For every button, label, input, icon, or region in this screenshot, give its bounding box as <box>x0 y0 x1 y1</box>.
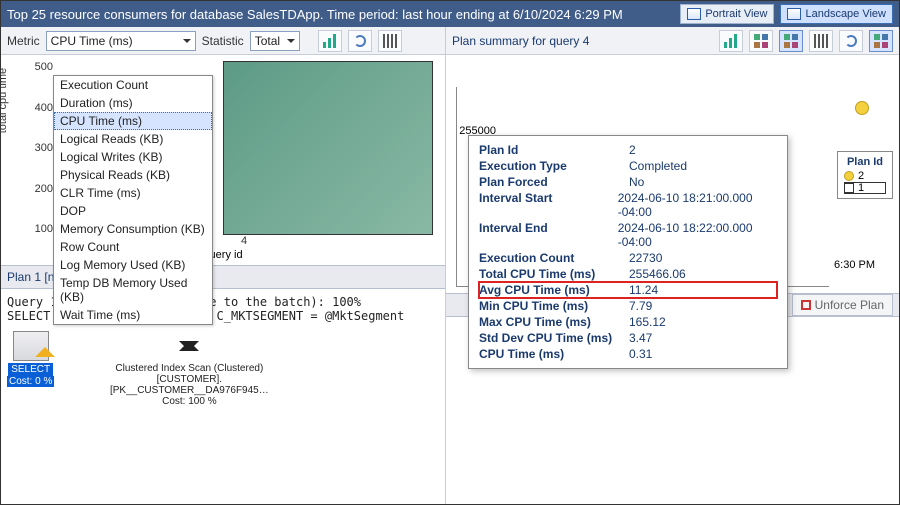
select-cost: Cost: 0 % <box>7 376 54 387</box>
metric-option[interactable]: CPU Time (ms) <box>54 112 212 130</box>
list-icon <box>814 34 828 48</box>
ytick: 300 <box>31 142 53 154</box>
tooltip-row: Plan ForcedNo <box>479 174 777 190</box>
right-chart-area: 255000 6:30 PM Plan Id 2 1 Plan Id2 Exec… <box>446 55 899 293</box>
tooltip-row: Interval End2024-06-10 18:22:00.000 -04:… <box>479 220 777 250</box>
ytick: 100 <box>31 223 53 235</box>
left-toolbar: Metric CPU Time (ms) Statistic Total <box>1 27 445 55</box>
tooltip-row: CPU Time (ms)0.31 <box>479 346 777 362</box>
grid-icon <box>754 34 768 48</box>
portrait-view-button[interactable]: Portrait View <box>680 4 774 24</box>
tooltip-row: Plan Id2 <box>479 142 777 158</box>
scan-cost: Cost: 100 % <box>162 396 216 407</box>
chart-view-button[interactable] <box>318 30 342 52</box>
right-xlabel: 6:30 PM <box>834 259 875 271</box>
legend-item[interactable]: 1 <box>844 182 886 194</box>
metric-option[interactable]: Duration (ms) <box>54 94 212 112</box>
metric-label: Metric <box>7 34 40 48</box>
view-mode-2-button[interactable] <box>749 30 773 52</box>
legend-item[interactable]: 2 <box>844 170 886 182</box>
right-toolbar: Plan summary for query 4 <box>446 27 899 55</box>
chart-ylabel: total cpu time <box>0 68 9 133</box>
scan-title: Clustered Index Scan (Clustered) <box>115 363 263 374</box>
tooltip-row: Total CPU Time (ms)255466.06 <box>479 266 777 282</box>
config-button[interactable] <box>378 30 402 52</box>
ytick: 400 <box>31 102 53 114</box>
legend-label: 2 <box>858 170 864 182</box>
metric-option[interactable]: Temp DB Memory Used (KB) <box>54 274 212 306</box>
view-mode-3-button[interactable] <box>779 30 803 52</box>
title-text: Top 25 resource consumers for database S… <box>7 7 674 22</box>
landscape-label: Landscape View <box>805 8 886 20</box>
tooltip-row: Max CPU Time (ms)165.12 <box>479 314 777 330</box>
metric-value: CPU Time (ms) <box>51 34 133 48</box>
metric-option[interactable]: Row Count <box>54 238 212 256</box>
metric-option[interactable]: Memory Consumption (KB) <box>54 220 212 238</box>
metric-option[interactable]: Execution Count <box>54 76 212 94</box>
chart-yticks: 500 400 300 200 100 <box>31 61 53 235</box>
chart-icon <box>323 34 337 48</box>
metric-dropdown[interactable]: CPU Time (ms) <box>46 31 196 51</box>
scan-object: [CUSTOMER].[PK__CUSTOMER__DA976F945… <box>84 374 294 396</box>
plan-point[interactable] <box>855 101 869 115</box>
refresh-right-button[interactable] <box>839 30 863 52</box>
grid3-icon <box>874 34 888 48</box>
refresh-button[interactable] <box>348 30 372 52</box>
metric-dropdown-list: Execution Count Duration (ms) CPU Time (… <box>53 75 213 325</box>
plan-legend: Plan Id 2 1 <box>837 151 893 199</box>
unforce-label: Unforce Plan <box>815 298 884 312</box>
plan-node-select[interactable]: SELECT Cost: 0 % <box>7 331 54 387</box>
chart-plot-area[interactable] <box>223 61 433 235</box>
tooltip-row: Execution TypeCompleted <box>479 158 777 174</box>
view-mode-4-button[interactable] <box>809 30 833 52</box>
ytick: 500 <box>31 61 53 73</box>
tooltip-row: Min CPU Time (ms)7.79 <box>479 298 777 314</box>
metric-option[interactable]: Logical Reads (KB) <box>54 130 212 148</box>
landscape-view-button[interactable]: Landscape View <box>780 4 893 24</box>
title-bar: Top 25 resource consumers for database S… <box>1 1 899 27</box>
metric-option[interactable]: Logical Writes (KB) <box>54 148 212 166</box>
plan-node-scan[interactable]: Clustered Index Scan (Clustered) [CUSTOM… <box>84 331 294 407</box>
portrait-label: Portrait View <box>705 8 767 20</box>
plan-tooltip: Plan Id2 Execution TypeCompleted Plan Fo… <box>468 135 788 369</box>
plan-summary-title: Plan summary for query 4 <box>452 34 589 48</box>
legend-square-icon <box>844 183 854 193</box>
metric-option[interactable]: DOP <box>54 202 212 220</box>
tooltip-row-highlighted: Avg CPU Time (ms)11.24 <box>479 282 777 298</box>
bar-icon <box>724 34 738 48</box>
statistic-label: Statistic <box>202 34 244 48</box>
metric-option[interactable]: Log Memory Used (KB) <box>54 256 212 274</box>
metric-option[interactable]: CLR Time (ms) <box>54 184 212 202</box>
refresh-icon <box>354 35 366 47</box>
grid2-icon <box>784 34 798 48</box>
refresh-icon <box>845 35 857 47</box>
tooltip-row: Std Dev CPU Time (ms)3.47 <box>479 330 777 346</box>
tooltip-row: Execution Count22730 <box>479 250 777 266</box>
tooltip-row: Interval Start2024-06-10 18:21:00.000 -0… <box>479 190 777 220</box>
config-icon <box>383 34 397 48</box>
legend-dot-icon <box>844 171 854 181</box>
statistic-value: Total <box>255 34 280 48</box>
statistic-dropdown[interactable]: Total <box>250 31 300 51</box>
ytick: 200 <box>31 183 53 195</box>
landscape-icon <box>787 8 801 20</box>
unforce-plan-button[interactable]: Unforce Plan <box>792 294 893 316</box>
metric-option[interactable]: Physical Reads (KB) <box>54 166 212 184</box>
select-icon <box>13 331 49 361</box>
detail-toggle-button[interactable] <box>869 30 893 52</box>
portrait-icon <box>687 8 701 20</box>
metric-option[interactable]: Wait Time (ms) <box>54 306 212 324</box>
legend-title: Plan Id <box>844 156 886 168</box>
view-mode-1-button[interactable] <box>719 30 743 52</box>
scan-icon <box>171 331 207 361</box>
legend-label: 1 <box>858 182 864 194</box>
chart-xtick: 4 <box>241 235 247 247</box>
stop-icon <box>801 300 811 310</box>
